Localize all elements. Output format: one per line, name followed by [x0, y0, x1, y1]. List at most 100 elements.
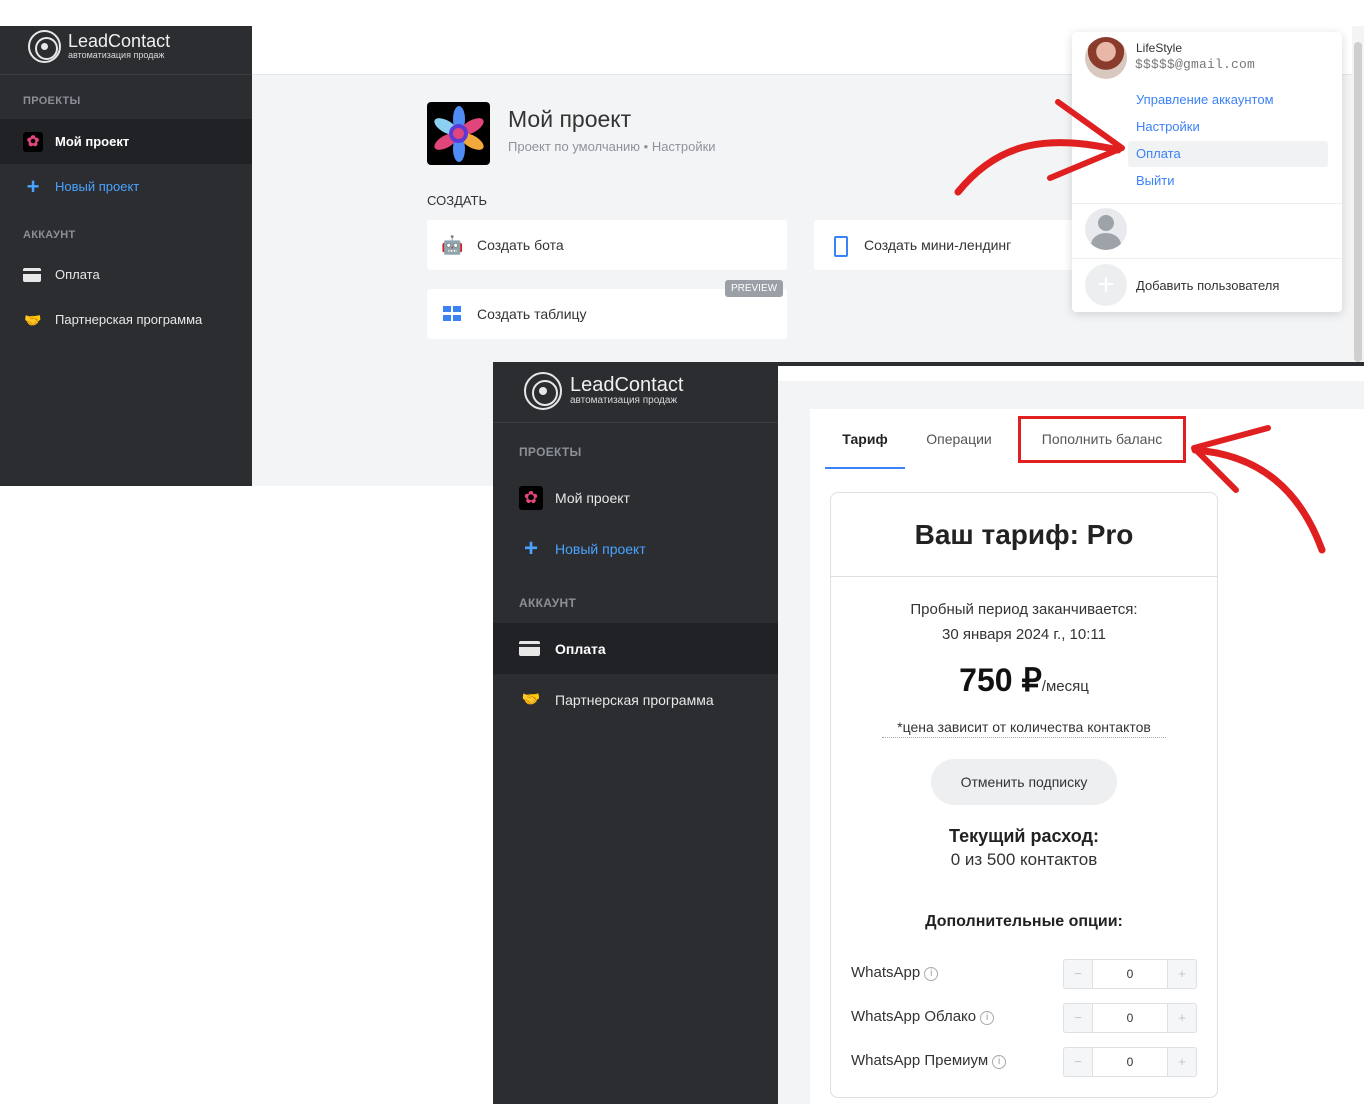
screen-payment: LeadContact автоматизация продаж ПРОЕКТЫ…	[493, 362, 1364, 1104]
sidebar-divider	[0, 74, 252, 75]
sidebar: LeadContact автоматизация продаж ПРОЕКТЫ…	[0, 26, 252, 486]
preview-badge: PREVIEW	[725, 280, 783, 297]
avatar[interactable]	[1085, 37, 1127, 79]
usage-title: Текущий расход:	[949, 826, 1099, 846]
price-note[interactable]: *цена зависит от количества контактов	[882, 719, 1166, 738]
sidebar-item-label: Мой проект	[555, 489, 630, 506]
section-account: АККАУНТ	[519, 596, 577, 610]
brand-logo[interactable]: LeadContact автоматизация продаж	[524, 372, 683, 410]
sidebar-item-label: Мой проект	[55, 134, 130, 149]
project-logo	[427, 102, 490, 165]
option-stepper[interactable]: − 0 +	[1063, 959, 1197, 989]
option-value[interactable]: 0	[1092, 960, 1168, 988]
highlight-box	[1018, 416, 1186, 463]
plus-button[interactable]: +	[1168, 960, 1196, 988]
option-label: WhatsApp Облако i	[851, 1008, 995, 1025]
settings-link[interactable]: Настройки	[1128, 114, 1328, 140]
tab-tariff[interactable]: Тариф	[825, 409, 905, 469]
account-dropdown: LifeStyle $$$$$@gmail.com Управление акк…	[1072, 32, 1342, 312]
add-user-button[interactable]: Добавить пользователя	[1136, 278, 1279, 293]
sidebar-item-project[interactable]: Мой проект	[493, 472, 778, 523]
info-icon[interactable]: i	[924, 967, 939, 981]
sidebar-item-partner[interactable]: 🤝 Партнерская программа	[493, 674, 778, 725]
phone-icon	[828, 234, 850, 257]
dropdown-divider	[1072, 258, 1342, 259]
account-email: $$$$$@gmail.com	[1135, 57, 1256, 72]
billing-panel: Тариф Операции Пополнить баланс Ваш тари…	[810, 409, 1364, 1104]
sidebar-item-new-project[interactable]: + Новый проект	[493, 523, 778, 574]
sidebar-item-payment[interactable]: Оплата	[0, 252, 252, 297]
logout-link[interactable]: Выйти	[1128, 168, 1328, 194]
minus-button[interactable]: −	[1064, 960, 1092, 988]
plus-button[interactable]: +	[1168, 1048, 1196, 1076]
sidebar-item-label: Новый проект	[555, 540, 646, 557]
plus-icon: +	[523, 534, 538, 562]
usage-value: 0 из 500 контактов	[950, 850, 1098, 869]
brand-tagline: автоматизация продаж	[570, 395, 678, 406]
trial-date: 30 января 2024 г., 10:11	[942, 626, 1106, 643]
minus-button[interactable]: −	[1064, 1004, 1092, 1032]
brand-name: LeadContact	[570, 374, 684, 396]
minus-button[interactable]: −	[1064, 1048, 1092, 1076]
credit-card-icon	[519, 640, 540, 656]
price-period: /месяц	[1041, 678, 1089, 695]
logo-icon	[524, 372, 562, 410]
tariff-card: Ваш тариф: Pro Пробный период заканчивае…	[830, 492, 1218, 1098]
create-bot-button[interactable]: 🤖 Создать бота	[427, 220, 787, 270]
options-title: Дополнительные опции:	[925, 913, 1123, 930]
sidebar-item-label: Оплата	[555, 640, 606, 657]
create-landing-label: Создать мини-лендинг	[864, 237, 1012, 253]
info-icon[interactable]: i	[992, 1055, 1007, 1069]
project-icon	[23, 131, 43, 152]
create-heading: СОЗДАТЬ	[427, 193, 487, 208]
plus-button[interactable]: +	[1168, 1004, 1196, 1032]
option-stepper[interactable]: − 0 +	[1063, 1003, 1197, 1033]
section-account: АККАУНТ	[23, 229, 76, 241]
trial-label: Пробный период заканчивается:	[910, 601, 1138, 618]
page-title: Мой проект	[508, 106, 632, 132]
info-icon[interactable]: i	[980, 1011, 995, 1025]
sidebar-item-label: Оплата	[55, 267, 100, 282]
sidebar-item-label: Партнерская программа	[55, 312, 203, 327]
handshake-icon: 🤝	[521, 690, 541, 708]
price: 750 ₽/месяц	[831, 661, 1217, 699]
option-value[interactable]: 0	[1092, 1004, 1168, 1032]
user-placeholder-icon[interactable]	[1085, 208, 1127, 250]
dropdown-divider	[1072, 203, 1342, 204]
credit-card-icon	[23, 267, 41, 282]
plus-icon: +	[26, 173, 40, 199]
brand-tagline: автоматизация продаж	[68, 50, 165, 60]
option-label: WhatsApp Премиум i	[851, 1052, 1007, 1069]
scrollbar-thumb[interactable]	[1354, 42, 1362, 362]
section-projects: ПРОЕКТЫ	[519, 445, 582, 459]
sidebar: LeadContact автоматизация продаж ПРОЕКТЫ…	[493, 362, 778, 1104]
payment-link[interactable]: Оплата	[1128, 141, 1328, 167]
price-value: 750 ₽	[959, 662, 1042, 698]
page-subtitle[interactable]: Проект по умолчанию • Настройки	[508, 139, 716, 154]
add-user-icon[interactable]: +	[1085, 264, 1127, 306]
option-label: WhatsApp i	[851, 964, 939, 981]
project-icon	[519, 485, 543, 510]
create-table-label: Создать таблицу	[477, 306, 587, 322]
handshake-icon: 🤝	[24, 311, 42, 328]
table-icon	[441, 303, 463, 325]
sidebar-item-new-project[interactable]: + Новый проект	[0, 164, 252, 209]
sidebar-item-payment[interactable]: Оплата	[493, 623, 778, 674]
account-name: LifeStyle	[1136, 41, 1183, 55]
sidebar-divider	[493, 422, 778, 423]
manage-account-link[interactable]: Управление аккаунтом	[1128, 87, 1328, 113]
cancel-subscription-button[interactable]: Отменить подписку	[931, 759, 1117, 805]
robot-icon: 🤖	[441, 235, 464, 255]
tariff-title: Ваш тариф: Pro	[831, 493, 1217, 577]
sidebar-item-partner[interactable]: 🤝 Партнерская программа	[0, 297, 252, 342]
top-bar	[778, 366, 1364, 381]
brand-logo[interactable]: LeadContact автоматизация продаж	[28, 30, 170, 63]
sidebar-item-label: Партнерская программа	[555, 691, 714, 708]
brand-name: LeadContact	[68, 31, 171, 51]
option-stepper[interactable]: − 0 +	[1063, 1047, 1197, 1077]
logo-icon	[28, 30, 61, 63]
sidebar-item-project[interactable]: Мой проект	[0, 119, 252, 164]
tab-operations[interactable]: Операции	[915, 409, 1003, 469]
option-value[interactable]: 0	[1092, 1048, 1168, 1076]
section-projects: ПРОЕКТЫ	[23, 95, 81, 107]
